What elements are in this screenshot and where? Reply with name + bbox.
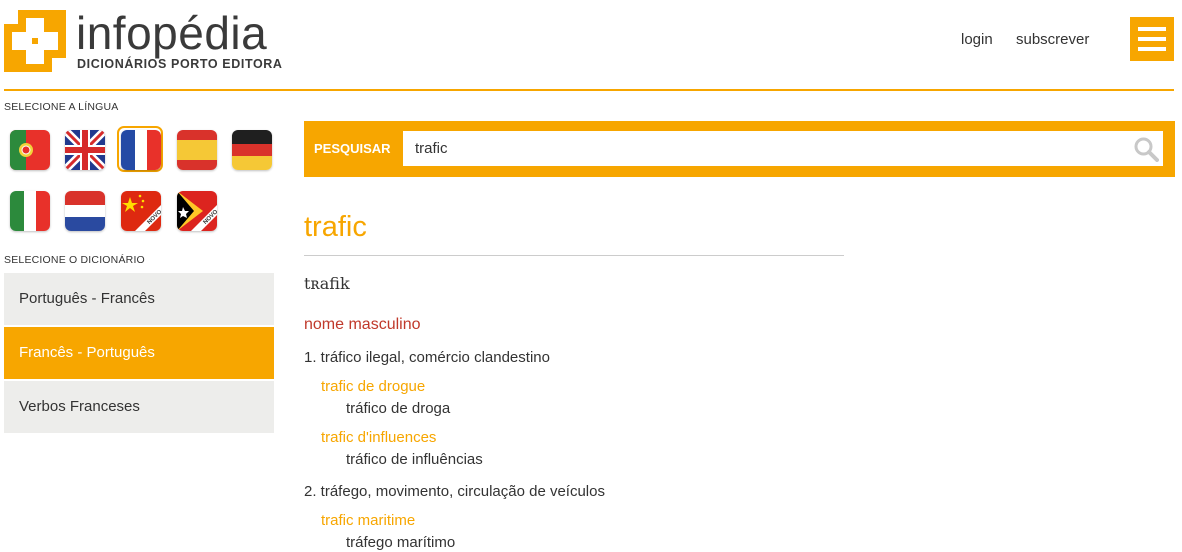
dictionary-item-frances-portugues[interactable]: Francês - Português [4, 327, 274, 379]
menu-button[interactable] [1130, 17, 1174, 61]
portuguese-flag-icon[interactable] [10, 130, 50, 170]
hamburger-icon [1138, 27, 1166, 31]
french-flag-icon[interactable] [121, 130, 161, 170]
dictionary-label: SELECIONE O DICIONÁRIO [4, 254, 145, 266]
german-flag-icon[interactable] [232, 130, 272, 170]
headword-divider [304, 255, 844, 256]
part-of-speech: nome masculino [304, 316, 421, 333]
search-bar: PESQUISAR [304, 121, 1175, 177]
example-translation: tráfico de influências [346, 451, 483, 468]
language-label: SELECIONE A LÍNGUA [4, 101, 119, 113]
italian-flag-icon[interactable] [10, 191, 50, 231]
english-flag-icon[interactable] [65, 130, 105, 170]
example-french[interactable]: trafic maritime [321, 512, 415, 529]
login-link[interactable]: login [961, 31, 993, 48]
example-french[interactable]: trafic d'influences [321, 429, 436, 446]
entry-headword: trafic [304, 211, 367, 243]
entry-pronunciation: tʀafik [304, 274, 350, 293]
spanish-flag-icon[interactable] [177, 130, 217, 170]
search-input[interactable] [403, 131, 1163, 166]
search-label: PESQUISAR [314, 141, 391, 156]
header-divider [4, 89, 1174, 91]
example-translation: tráfego marítimo [346, 534, 456, 551]
timor-leste-flag-icon[interactable]: NOVO [177, 191, 217, 231]
dictionary-item-portugues-frances[interactable]: Português - Francês [4, 273, 274, 325]
chinese-flag-icon[interactable]: NOVO [121, 191, 161, 231]
logo-title[interactable]: infopédia [76, 6, 267, 60]
dutch-flag-icon[interactable] [65, 191, 105, 231]
example-translation: tráfico de droga [346, 400, 451, 417]
search-icon[interactable] [1133, 136, 1159, 162]
subscribe-link[interactable]: subscrever [1016, 31, 1089, 48]
sense-1: 1. tráfico ilegal, comércio clandestino [304, 349, 550, 366]
site-header: infopédia DICIONÁRIOS PORTO EDITORA logi… [0, 0, 1182, 91]
infopedia-logo-icon[interactable] [4, 10, 66, 72]
dictionary-item-verbos-franceses[interactable]: Verbos Franceses [4, 381, 274, 433]
example-french[interactable]: trafic de drogue [321, 378, 425, 395]
logo-subtitle: DICIONÁRIOS PORTO EDITORA [77, 57, 283, 71]
sense-2: 2. tráfego, movimento, circulação de veí… [304, 483, 605, 500]
